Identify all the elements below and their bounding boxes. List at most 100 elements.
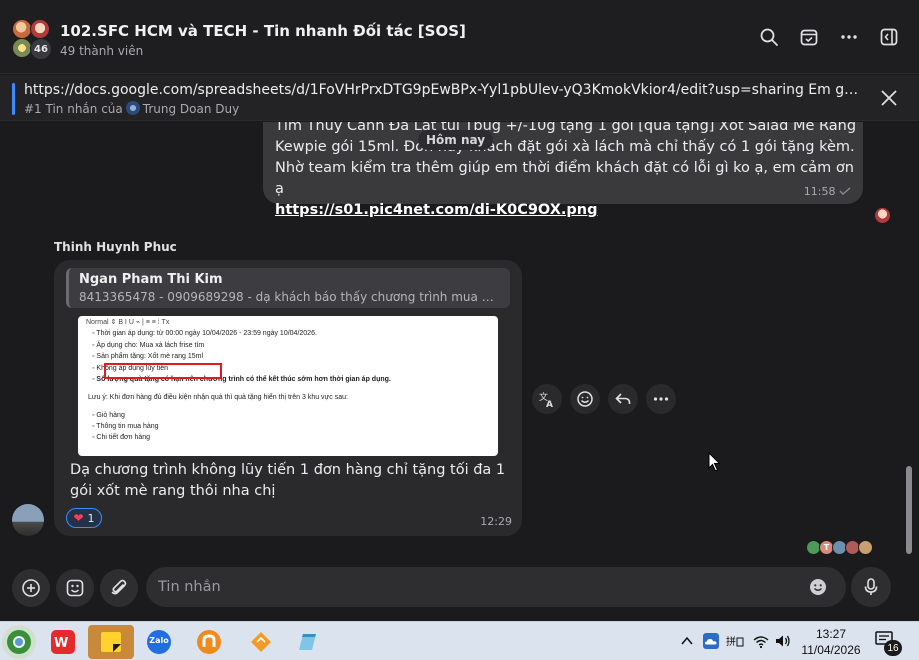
- tray-input-method[interactable]: 拼: [726, 632, 744, 650]
- outgoing-message-time: 11:58: [804, 185, 851, 198]
- notepad-icon: [299, 634, 316, 650]
- attached-image[interactable]: Normal ⇕ B I U ⌁ | ≡ ≡ ⁞ Tx ◦ Thời gian …: [78, 316, 498, 456]
- taskbar-app-notepad[interactable]: [290, 625, 324, 659]
- more-options-button[interactable]: [836, 24, 862, 50]
- pinned-message-bar[interactable]: https://docs.google.com/spreadsheets/d/1…: [0, 75, 919, 121]
- message-actions: 文A: [532, 384, 676, 414]
- message-list[interactable]: Tìm Thủy Cảnh Đà Lạt túi Tbug +/-10g tặn…: [0, 122, 919, 562]
- more-horizontal-icon: [841, 35, 857, 39]
- svg-text:A: A: [546, 400, 553, 408]
- seen-by-avatars[interactable]: T: [806, 540, 873, 555]
- microphone-icon: [864, 578, 878, 595]
- message-more-button[interactable]: [646, 384, 676, 414]
- pinned-author-avatar: [125, 101, 140, 115]
- outgoing-message[interactable]: Tìm Thủy Cảnh Đà Lạt túi Tbug +/-10g tặn…: [263, 122, 863, 218]
- group-avatar[interactable]: 46: [11, 17, 55, 61]
- calendar-button[interactable]: [796, 24, 822, 50]
- pinned-prefix: #1 Tin nhắn của: [24, 102, 123, 116]
- taskbar-app-chrome[interactable]: [2, 625, 36, 659]
- incoming-message[interactable]: Ngan Pham Thi Kim 8413365478 - 090968929…: [54, 260, 522, 536]
- voice-message-button[interactable]: [851, 567, 891, 607]
- mouse-cursor-icon: [708, 452, 721, 472]
- clock-time: 13:27: [815, 627, 847, 641]
- plus-circle-icon: [22, 579, 40, 597]
- tray-network[interactable]: [752, 632, 770, 650]
- image-sticker-icon: [66, 579, 84, 597]
- taskbar-clock[interactable]: 13:27 11/04/2026: [798, 626, 864, 658]
- tray-volume[interactable]: [774, 632, 792, 650]
- seen-avatar: [858, 540, 873, 555]
- close-pinned-button[interactable]: [876, 85, 902, 111]
- outgoing-message-link[interactable]: https://s01.pic4net.com/di-K0C9OX.png: [275, 202, 598, 218]
- sent-check-icon: [839, 187, 851, 195]
- wifi-icon: [753, 636, 769, 649]
- speaker-icon: [776, 635, 790, 647]
- emoji-icon: [810, 579, 826, 595]
- more-horizontal-icon: [653, 397, 669, 401]
- sticker-button[interactable]: [56, 569, 94, 607]
- remote-desktop-icon: [197, 630, 221, 654]
- message-scrollbar[interactable]: [906, 466, 912, 554]
- taskbar-app-wps[interactable]: W: [46, 625, 80, 659]
- react-button[interactable]: [570, 384, 600, 414]
- image-text-line: ◦ Giỏ hàng: [92, 412, 125, 419]
- keyboard-language-icon: 拼: [726, 635, 744, 648]
- paperclip-icon: [111, 579, 127, 595]
- wps-office-icon: W: [51, 630, 75, 654]
- translate-button[interactable]: 文A: [532, 384, 562, 414]
- calendar-check-icon: [800, 29, 818, 46]
- incoming-message-time: 12:29: [480, 515, 512, 528]
- show-hidden-icons-button[interactable]: [678, 632, 696, 650]
- member-avatar: [12, 38, 32, 58]
- incoming-message-text: Dạ chương trình không lũy tiến 1 đơn hàn…: [70, 462, 506, 499]
- group-title[interactable]: 102.SFC HCM và TECH - Tin nhanh Đối tác …: [60, 22, 466, 40]
- pinned-message-text[interactable]: https://docs.google.com/spreadsheets/d/1…: [24, 82, 864, 98]
- close-icon: [881, 90, 897, 106]
- quoted-reply[interactable]: Ngan Pham Thi Kim 8413365478 - 090968929…: [66, 268, 510, 308]
- taskbar-app-sublime[interactable]: [244, 625, 278, 659]
- browser-icon: [7, 630, 31, 654]
- search-icon: [760, 28, 778, 46]
- sidebar-panel-icon: [880, 28, 898, 46]
- tray-onedrive[interactable]: [702, 632, 720, 650]
- clock-date: 11/04/2026: [801, 643, 861, 657]
- smiley-icon: [577, 391, 593, 407]
- sticky-notes-icon: [101, 632, 121, 652]
- cloud-icon: [703, 633, 719, 649]
- svg-text:W: W: [54, 636, 68, 651]
- attach-button[interactable]: [100, 569, 138, 607]
- pinned-message-meta: #1 Tin nhắn của Trung Doan Duy: [24, 101, 239, 116]
- pinned-accent: [12, 83, 15, 115]
- image-text-line: ◦ Sản phẩm tặng: Xốt mè rang 15ml: [92, 353, 204, 360]
- member-avatar: [30, 19, 50, 39]
- search-button[interactable]: [756, 24, 782, 50]
- image-text-line: ◦ Áp dụng cho: Mua xà lách frise tím: [92, 342, 205, 349]
- zalo-label: Zalo: [149, 636, 169, 645]
- image-text-line: Lưu ý: Khi đơn hàng đủ điều kiện nhận qu…: [88, 394, 348, 401]
- member-count[interactable]: 49 thành viên: [60, 44, 143, 58]
- chevron-up-icon: [681, 636, 693, 645]
- translate-icon: 文A: [539, 391, 553, 408]
- taskbar-app-ultraviewer[interactable]: [192, 625, 226, 659]
- toggle-sidebar-button[interactable]: [876, 24, 902, 50]
- highlight-box: [104, 363, 222, 379]
- outgoing-message-text: Tìm Thủy Cảnh Đà Lạt túi Tbug +/-10g tặn…: [275, 122, 865, 221]
- svg-text:拼: 拼: [726, 635, 736, 648]
- image-text-line: ◦ Chi tiết đơn hàng: [92, 434, 151, 441]
- image-text-line: ◦ Thời gian áp dụng: từ 00:00 ngày 10/04…: [92, 330, 317, 337]
- message-composer: [0, 562, 919, 620]
- sender-name[interactable]: Thinh Huynh Phuc: [54, 240, 177, 254]
- heart-icon: ❤: [73, 511, 84, 525]
- reply-button[interactable]: [608, 384, 638, 414]
- taskbar-app-sticky-notes[interactable]: [88, 625, 134, 659]
- add-button[interactable]: [12, 569, 50, 607]
- quoted-author: Ngan Pham Thi Kim: [79, 272, 223, 287]
- emoji-button[interactable]: [806, 575, 830, 599]
- reaction-badge[interactable]: ❤ 1: [66, 508, 102, 528]
- member-avatar: [12, 19, 32, 39]
- outgoing-text-body: Tìm Thủy Cảnh Đà Lạt túi Tbug +/-10g tặn…: [275, 122, 857, 197]
- taskbar-app-zalo[interactable]: Zalo: [142, 625, 176, 659]
- sender-avatar[interactable]: [12, 504, 44, 536]
- message-input[interactable]: [146, 567, 846, 607]
- date-separator: Hôm nay: [418, 130, 494, 150]
